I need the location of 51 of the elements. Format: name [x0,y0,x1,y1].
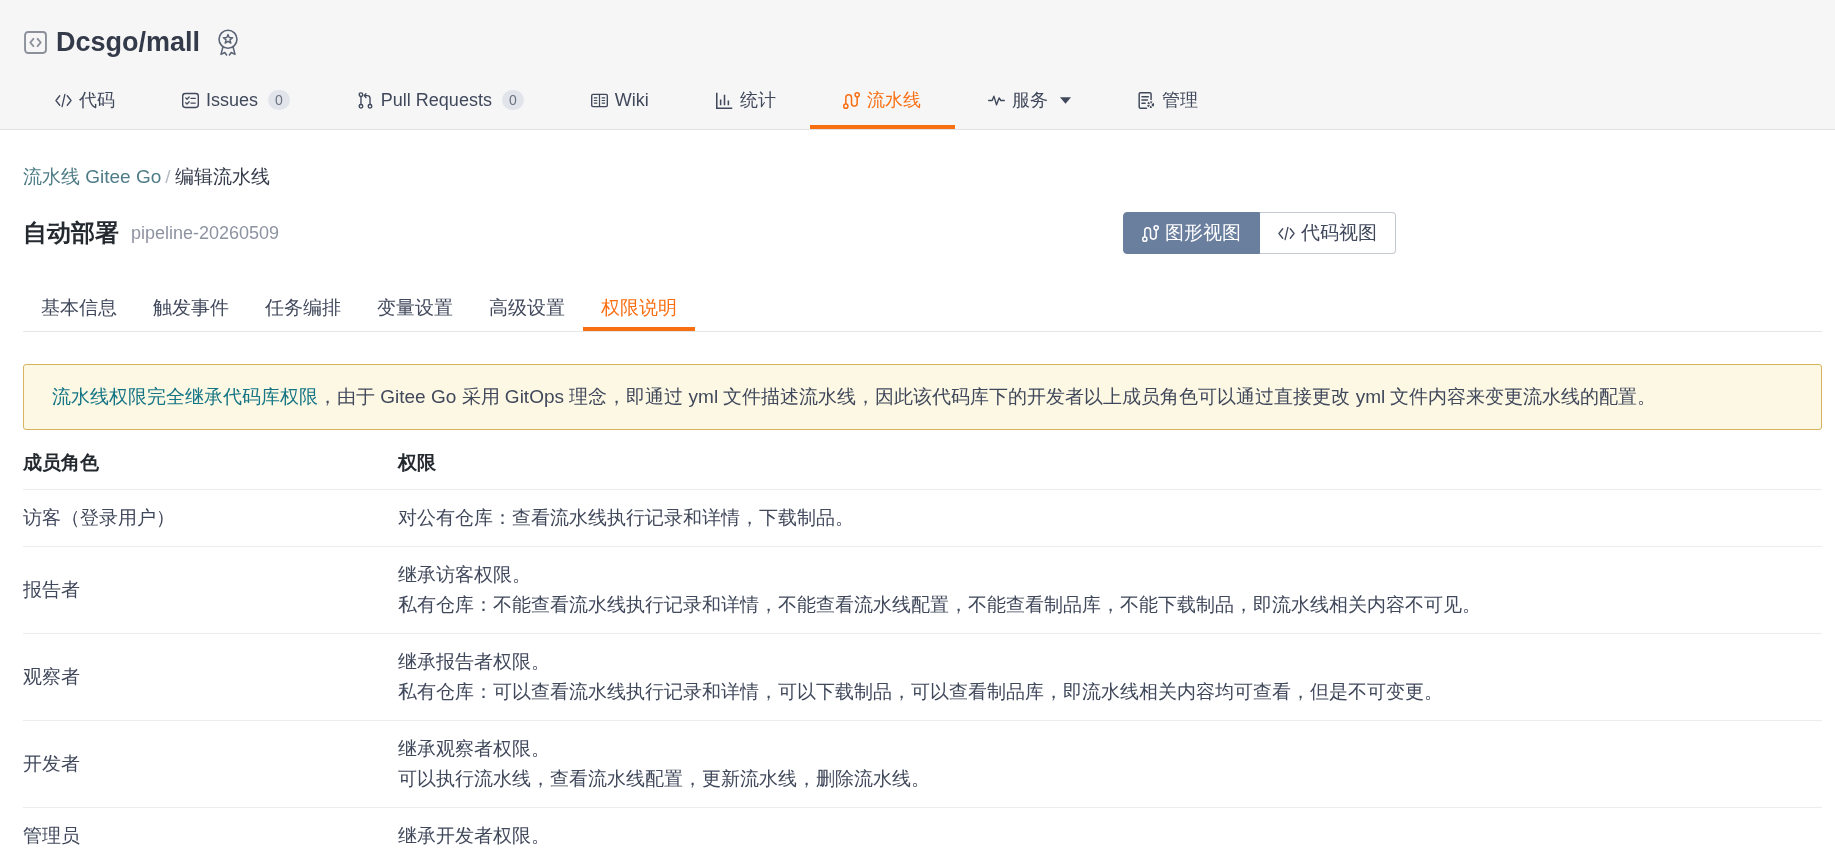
nav-tab[interactable]: Pull Requests 0 [323,71,558,129]
code-square-icon [24,30,47,54]
role-name: 观察者 [23,665,80,689]
settings-tab[interactable]: 任务编排 [247,284,359,331]
permission-text: 继承访客权限。 [398,563,531,587]
permission-text: 可以执行流水线，查看流水线配置，更新流水线，删除流水线。 [398,767,930,791]
code-icon [55,91,72,109]
breadcrumb-separator: / [165,165,171,189]
pipeline-icon [842,91,860,109]
column-heading: 权限 [398,451,436,475]
permission-text: 对公有仓库：查看流水线执行记录和详情，下载制品。 [398,506,854,530]
settings-tab[interactable]: 变量设置 [359,284,471,331]
checklist-icon [182,91,199,109]
nav-tab[interactable]: 代码 [24,71,149,129]
book-icon [590,91,608,109]
count-badge: 0 [501,90,524,110]
nav-tab[interactable]: 服务 [954,71,1105,129]
code-view-button[interactable]: 代码视图 [1260,212,1396,254]
notice-text: 流水线权限完全继承代码库权限，由于 Gitee Go 采用 GitOps 理念，即通过 yml 文件描述流水线，因此该代码库下的开发者以上成员角色可以通过直接更改 yml 文件内容来变更流水线的配置。 [52,385,1658,409]
pipeline-icon [1142,224,1159,242]
document-settings-icon [1137,91,1155,109]
nav-tab[interactable]: Issues 0 [149,71,324,129]
pipeline-name: 自动部署 [23,218,119,248]
nav-tab[interactable]: Wiki [557,71,683,129]
permission-text: 继承报告者权限。 [398,650,550,674]
role-name: 报告者 [23,578,80,602]
permission-link[interactable]: 流水线权限完全继承代码库权限 [52,386,318,407]
pipeline-id: pipeline-20260509 [131,222,280,244]
settings-tab[interactable]: 基本信息 [23,284,135,331]
role-name: 开发者 [23,752,80,776]
code-icon [1278,224,1295,242]
count-badge: 0 [268,90,290,110]
pull-request-icon [356,91,374,109]
permission-text: 私有仓库：可以查看流水线执行记录和详情，可以下载制品，可以查看制品库，即流水线相关内容均可查看，但是不可变更。 [398,680,1443,704]
settings-tab[interactable]: 触发事件 [135,284,247,331]
repo-title[interactable]: Dcsgo/mall [56,26,201,58]
permission-text: 继承开发者权限。 [398,824,550,848]
medal-icon [218,28,239,56]
settings-tab[interactable]: 高级设置 [471,284,583,331]
breadcrumb-current: 编辑流水线 [174,165,270,189]
nav-tab[interactable]: 统计 [682,71,810,129]
graph-view-button[interactable]: 图形视图 [1123,212,1260,254]
pulse-icon [987,94,1005,106]
role-name: 访客（登录用户） [23,506,175,530]
bar-chart-icon [715,91,733,109]
column-heading: 成员角色 [23,451,99,475]
role-name: 管理员 [23,824,80,848]
permission-text: 继承观察者权限。 [398,737,550,761]
breadcrumb-link[interactable]: 流水线 Gitee Go [23,164,162,190]
nav-tab[interactable]: 管理 [1104,71,1232,129]
permission-text: 私有仓库：不能查看流水线执行记录和详情，不能查看流水线配置，不能查看制品库，不能下载制品，即流水线相关内容不可见。 [398,593,1481,617]
